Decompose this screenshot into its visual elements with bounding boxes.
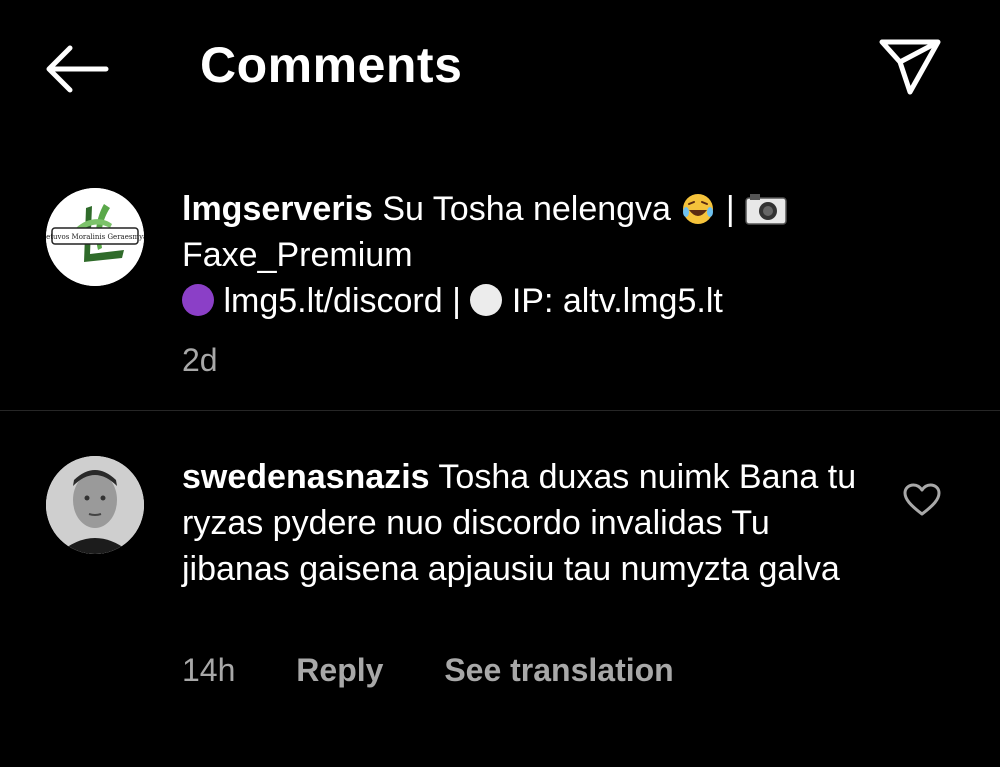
caption-username[interactable]: lmgserveris (182, 190, 373, 228)
send-button[interactable] (876, 36, 944, 98)
see-translation-button[interactable]: See translation (444, 652, 673, 688)
laughing-emoji-icon (683, 194, 714, 224)
caption-separator: | (725, 190, 735, 228)
comment-meta: 14h Reply See translation (182, 652, 726, 689)
caption-line1: Su Tosha nelengva (382, 190, 671, 228)
paper-plane-icon (879, 39, 941, 95)
back-button[interactable] (40, 38, 112, 100)
purple-circle-icon (182, 284, 214, 316)
white-circle-icon (470, 284, 503, 316)
reply-button[interactable]: Reply (296, 652, 383, 688)
comment-timestamp: 14h (182, 652, 236, 688)
caption-line2: Faxe_Premium (182, 236, 413, 274)
comment-username[interactable]: swedenasnazis (182, 458, 430, 496)
heart-outline-icon (903, 483, 941, 516)
arrow-left-icon (46, 45, 109, 93)
like-button[interactable] (902, 482, 942, 518)
caption-meta: 2d (182, 342, 270, 379)
avatar[interactable]: Lietuvos Moralinis Geraesmyas (46, 188, 144, 286)
header: Comments (0, 0, 1000, 140)
comment-text: swedenasnazis Tosha duxas nuimk Bana tu … (182, 454, 880, 592)
logo-icon: Lietuvos Moralinis Geraesmyas (46, 188, 144, 286)
caption-timestamp: 2d (182, 342, 218, 378)
svg-text:Lietuvos Moralinis Geraesmyas: Lietuvos Moralinis Geraesmyas (46, 233, 144, 241)
discord-link[interactable]: lmg5.lt/discord | (223, 282, 460, 320)
ip-text: IP: altv.lmg5.lt (511, 282, 723, 320)
divider (0, 410, 1000, 411)
user-avatar-icon (46, 456, 144, 554)
caption-text: lmgserveris Su Tosha nelengva | Faxe_Pre… (182, 186, 860, 324)
avatar[interactable] (46, 456, 144, 554)
page-title: Comments (200, 37, 463, 93)
camera-emoji-icon (745, 194, 787, 225)
